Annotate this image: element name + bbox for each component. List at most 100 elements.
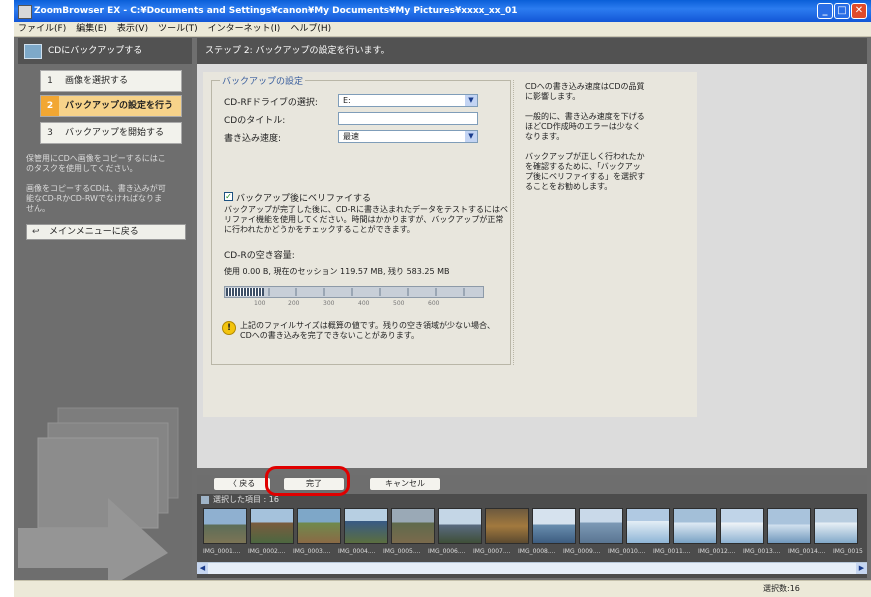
task-sidebar: CDにバックアップする 1 画像を選択する 2 バックアップの設定を行う 3 バ… bbox=[18, 38, 192, 588]
bar-segment bbox=[435, 288, 437, 296]
scroll-left-icon[interactable]: ◀ bbox=[197, 563, 208, 574]
thumbnail[interactable] bbox=[720, 508, 764, 544]
thumbnail[interactable] bbox=[626, 508, 670, 544]
thumbnail-filename: IMG_0015 bbox=[833, 548, 863, 555]
help-text: バックアップが正しく行われたかを確認するために、「バックアップ後にベリファイする… bbox=[525, 152, 645, 191]
menu-internet[interactable]: インターネット(I) bbox=[208, 22, 281, 36]
horizontal-scrollbar[interactable]: ◀ ▶ bbox=[197, 562, 867, 574]
menu-file[interactable]: ファイル(F) bbox=[18, 22, 66, 36]
sidebar-note: 保管用にCDへ画像をコピーするにはこのタスクを使用してください。 bbox=[26, 154, 166, 173]
cancel-button[interactable]: キャンセル bbox=[369, 477, 441, 491]
thumbnail-filename: IMG_0013.... bbox=[743, 548, 781, 555]
tick-label: 100 bbox=[254, 300, 266, 307]
capacity-used-fill bbox=[226, 288, 264, 296]
thumbnail-filename: IMG_0007.... bbox=[473, 548, 511, 555]
main-content: ステップ 2: バックアップの設定を行います。 バックアップの設定 CD-RFド… bbox=[197, 38, 867, 495]
thumbnail[interactable] bbox=[814, 508, 858, 544]
thumbnail[interactable] bbox=[673, 508, 717, 544]
tick-label: 300 bbox=[323, 300, 335, 307]
maximize-button[interactable]: □ bbox=[834, 3, 850, 19]
tick-label: 200 bbox=[288, 300, 300, 307]
verify-label[interactable]: バックアップ後にベリファイする bbox=[236, 191, 371, 204]
bar-segment bbox=[379, 288, 381, 296]
step-number: 2 bbox=[41, 96, 59, 116]
write-speed-value: 最速 bbox=[343, 132, 359, 141]
app-icon bbox=[18, 5, 32, 19]
thumbnail-filename: IMG_0003.... bbox=[293, 548, 331, 555]
thumbnail[interactable] bbox=[767, 508, 811, 544]
thumbnail[interactable] bbox=[297, 508, 341, 544]
write-speed-select[interactable]: 最速 ▼ bbox=[338, 130, 478, 143]
thumbnail[interactable] bbox=[391, 508, 435, 544]
thumbnail[interactable] bbox=[485, 508, 529, 544]
menu-edit[interactable]: 編集(E) bbox=[76, 22, 107, 36]
backup-settings-group: バックアップの設定 CD-RFドライブの選択: E: ▼ CDのタイトル: 書き… bbox=[211, 74, 511, 365]
highlight-ring bbox=[265, 466, 350, 496]
thumbnail-filename: IMG_0005.... bbox=[383, 548, 421, 555]
drive-value: E: bbox=[343, 96, 351, 105]
tick-label: 400 bbox=[358, 300, 370, 307]
bar-segment bbox=[351, 288, 353, 296]
verify-checkbox[interactable]: ✓ bbox=[224, 192, 233, 201]
thumbnail-filename: IMG_0009.... bbox=[563, 548, 601, 555]
cd-backup-icon bbox=[24, 44, 42, 59]
minimize-button[interactable]: _ bbox=[817, 3, 833, 19]
step-select-images[interactable]: 1 画像を選択する bbox=[40, 70, 182, 92]
menu-help[interactable]: ヘルプ(H) bbox=[290, 22, 331, 36]
status-bar: 選択数:16 bbox=[14, 580, 871, 597]
menu-tools[interactable]: ツール(T) bbox=[158, 22, 198, 36]
sidebar-header: CDにバックアップする bbox=[18, 38, 192, 64]
thumbnail-filename: IMG_0010.... bbox=[608, 548, 646, 555]
chevron-down-icon[interactable]: ▼ bbox=[465, 95, 477, 106]
back-button[interactable]: 〈 戻る bbox=[213, 477, 271, 491]
drive-select[interactable]: E: ▼ bbox=[338, 94, 478, 107]
bar-segment bbox=[323, 288, 325, 296]
sidebar-title: CDにバックアップする bbox=[48, 46, 143, 56]
step-label: 画像を選択する bbox=[65, 76, 129, 86]
tick-label: 600 bbox=[428, 300, 440, 307]
free-space-label: CD-Rの空き容量: bbox=[224, 251, 295, 261]
help-text: 一般的に、書き込み速度を下げるほどCD作成時のエラーは少なくなります。 bbox=[525, 112, 645, 141]
selected-count-label: 選択した項目 : 16 bbox=[213, 495, 279, 504]
thumbnail[interactable] bbox=[532, 508, 576, 544]
thumbnail[interactable] bbox=[438, 508, 482, 544]
menu-view[interactable]: 表示(V) bbox=[117, 22, 148, 36]
chevron-down-icon[interactable]: ▼ bbox=[465, 131, 477, 142]
thumbnail[interactable] bbox=[344, 508, 388, 544]
thumbnail-filename: IMG_0006.... bbox=[428, 548, 466, 555]
thumbnail[interactable] bbox=[579, 508, 623, 544]
back-to-main-menu-button[interactable]: ↩ メインメニューに戻る bbox=[26, 224, 186, 240]
step-number: 1 bbox=[47, 76, 53, 86]
close-button[interactable]: ✕ bbox=[851, 3, 867, 19]
thumbnail-filename: IMG_0011.... bbox=[653, 548, 691, 555]
thumbnail-filename: IMG_0004.... bbox=[338, 548, 376, 555]
step-label: バックアップの設定を行う bbox=[65, 101, 174, 111]
bar-segment bbox=[295, 288, 297, 296]
thumbnail-filename: IMG_0002.... bbox=[248, 548, 286, 555]
step-start-backup[interactable]: 3 バックアップを開始する bbox=[40, 122, 182, 144]
warning-text: 上記のファイルサイズは概算の値です。残りの空き領域が少ない場合、CDへの書き込み… bbox=[240, 321, 495, 340]
cd-title-input[interactable] bbox=[338, 112, 478, 125]
bar-segment bbox=[407, 288, 409, 296]
back-to-main-menu-label: メインメニューに戻る bbox=[49, 227, 139, 237]
window-title: ZoomBrowser EX - C:¥Documents and Settin… bbox=[34, 6, 518, 16]
verify-description: バックアップが完了した後に、CD-Rに書き込まれたデータをテストするにはベリファ… bbox=[224, 205, 508, 234]
drive-label: CD-RFドライブの選択: bbox=[224, 98, 318, 108]
status-text: 選択数:16 bbox=[763, 584, 800, 593]
thumbnail-strip: 選択した項目 : 16 IMG_0001.... IMG_0002.... IM… bbox=[197, 494, 867, 578]
step-backup-settings[interactable]: 2 バックアップの設定を行う bbox=[40, 95, 182, 117]
warning-icon: ! bbox=[222, 321, 236, 335]
tick-label: 500 bbox=[393, 300, 405, 307]
step-number: 3 bbox=[47, 128, 53, 138]
thumbnail[interactable] bbox=[203, 508, 247, 544]
thumbnail[interactable] bbox=[250, 508, 294, 544]
backup-settings-legend: バックアップの設定 bbox=[220, 74, 306, 87]
title-bar: ZoomBrowser EX - C:¥Documents and Settin… bbox=[14, 0, 871, 22]
scroll-right-icon[interactable]: ▶ bbox=[856, 563, 867, 574]
thumbnail-filename: IMG_0012.... bbox=[698, 548, 736, 555]
help-text: CDへの書き込み速度はCDの品質に影響します。 bbox=[525, 82, 645, 101]
decorative-arrow-graphic bbox=[18, 407, 179, 588]
step-header: ステップ 2: バックアップの設定を行います。 bbox=[197, 38, 867, 64]
thumbnail-filename: IMG_0014.... bbox=[788, 548, 826, 555]
step-label: バックアップを開始する bbox=[65, 128, 165, 138]
